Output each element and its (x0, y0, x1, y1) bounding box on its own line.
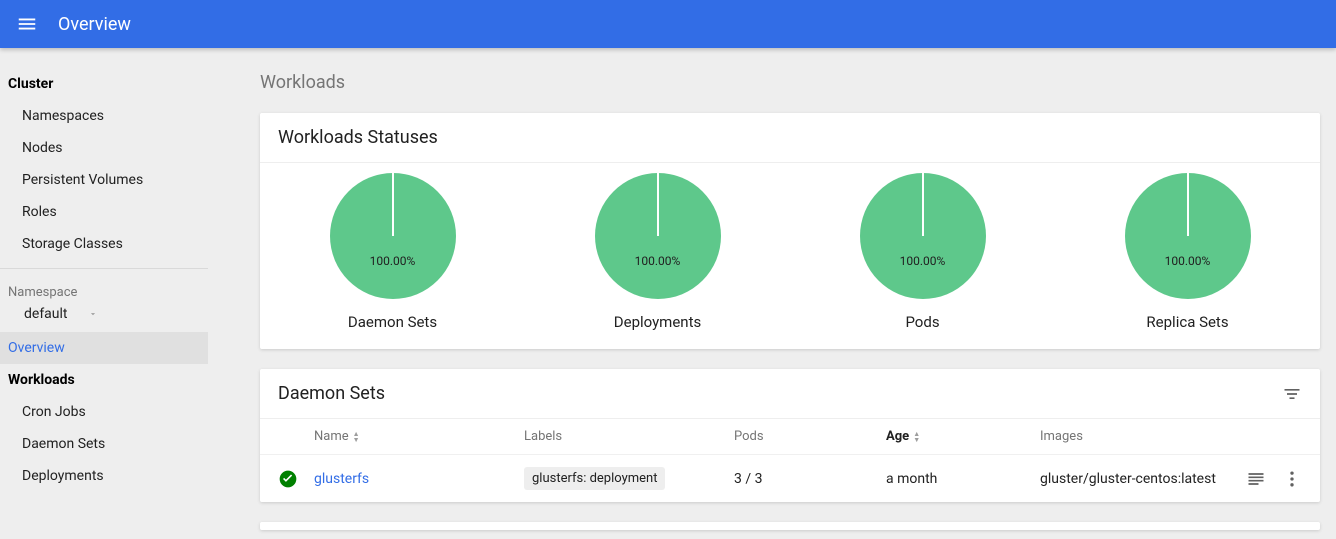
more-icon[interactable] (1282, 469, 1302, 489)
chart-label: Pods (905, 313, 939, 331)
sort-icon (353, 431, 360, 443)
col-images: Images (1040, 429, 1232, 444)
table-header: Name Labels Pods Age Images (260, 419, 1320, 454)
topbar: Overview (0, 0, 1336, 48)
sidebar-section-cluster[interactable]: Cluster (0, 68, 208, 100)
chevron-down-icon (88, 309, 98, 319)
namespace-select[interactable]: default (0, 300, 208, 332)
sidebar-item-overview[interactable]: Overview (0, 332, 208, 364)
daemon-sets-card: Daemon Sets Name Labels Pods Age Images … (260, 369, 1320, 502)
workloads-statuses-title: Workloads Statuses (260, 113, 1320, 163)
daemon-sets-header: Daemon Sets (260, 369, 1320, 419)
col-age[interactable]: Age (886, 429, 1040, 444)
status-badge (278, 469, 314, 489)
chart-daemon-sets: 100.00% Daemon Sets (330, 173, 456, 331)
sidebar-item-deployments[interactable]: Deployments (0, 460, 208, 492)
logs-icon[interactable] (1246, 469, 1266, 489)
col-labels: Labels (524, 429, 734, 444)
sidebar-item-nodes[interactable]: Nodes (0, 132, 208, 164)
pie-percent: 100.00% (635, 254, 681, 268)
pie-deployments: 100.00% (595, 173, 721, 299)
workloads-statuses-body: 100.00% Daemon Sets 100.00% Deployments … (260, 163, 1320, 349)
sidebar-item-persistent-volumes[interactable]: Persistent Volumes (0, 164, 208, 196)
sidebar-item-namespaces[interactable]: Namespaces (0, 100, 208, 132)
sidebar-item-storage-classes[interactable]: Storage Classes (0, 228, 208, 260)
sidebar-item-cron-jobs[interactable]: Cron Jobs (0, 396, 208, 428)
chart-label: Daemon Sets (348, 313, 437, 331)
pie-percent: 100.00% (1165, 254, 1211, 268)
menu-icon[interactable] (16, 13, 38, 35)
pie-daemon-sets: 100.00% (330, 173, 456, 299)
pie-percent: 100.00% (900, 254, 946, 268)
pods-count: 3 / 3 (734, 471, 886, 487)
daemon-sets-title: Daemon Sets (278, 383, 385, 404)
label-chip: glusterfs: deployment (524, 467, 665, 490)
workloads-statuses-card: Workloads Statuses 100.00% Daemon Sets 1… (260, 113, 1320, 349)
col-name[interactable]: Name (314, 429, 524, 444)
pie-percent: 100.00% (370, 254, 416, 268)
content: Workloads Workloads Statuses 100.00% Dae… (208, 48, 1336, 539)
daemonset-link[interactable]: glusterfs (314, 471, 369, 487)
divider (0, 268, 208, 269)
sidebar-item-roles[interactable]: Roles (0, 196, 208, 228)
sidebar-item-daemon-sets[interactable]: Daemon Sets (0, 428, 208, 460)
namespace-label: Namespace (0, 277, 208, 300)
chart-deployments: 100.00% Deployments (595, 173, 721, 331)
age-value: a month (886, 471, 1040, 487)
page-header-title: Overview (58, 14, 131, 35)
table-row: glusterfs glusterfs: deployment 3 / 3 a … (260, 454, 1320, 502)
images-value: gluster/gluster-centos:latest (1040, 471, 1232, 487)
sidebar: Cluster Namespaces Nodes Persistent Volu… (0, 48, 208, 539)
namespace-value: default (24, 306, 68, 322)
next-card-peek (260, 522, 1320, 530)
filter-icon[interactable] (1282, 384, 1302, 404)
pie-replica-sets: 100.00% (1125, 173, 1251, 299)
chart-replica-sets: 100.00% Replica Sets (1125, 173, 1251, 331)
chart-pods: 100.00% Pods (860, 173, 986, 331)
sidebar-section-workloads[interactable]: Workloads (0, 364, 208, 396)
col-pods: Pods (734, 429, 886, 444)
sort-icon (913, 431, 920, 443)
pie-pods: 100.00% (860, 173, 986, 299)
page-title: Workloads (260, 72, 1320, 93)
chart-label: Deployments (614, 313, 701, 331)
chart-label: Replica Sets (1146, 313, 1228, 331)
